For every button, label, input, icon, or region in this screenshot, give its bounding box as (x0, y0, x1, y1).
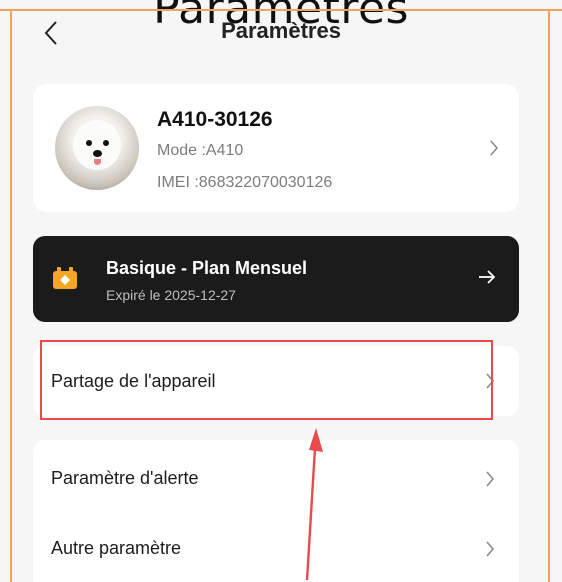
other-settings-row[interactable]: Autre paramètre (33, 514, 519, 582)
other-settings-label: Autre paramètre (51, 538, 182, 558)
guide-line-right (548, 9, 550, 582)
alert-settings-row[interactable]: Paramètre d'alerte (33, 444, 519, 514)
chevron-right-icon (486, 471, 495, 487)
highlight-box (40, 340, 493, 420)
dog-tongue (94, 159, 101, 165)
dog-eye-right (103, 140, 109, 146)
device-imei: IMEI :868322070030126 (157, 174, 333, 191)
dog-nose (93, 150, 102, 157)
camera-badge-icon (53, 267, 77, 289)
annotation-arrow-icon (305, 428, 323, 581)
plan-banner[interactable]: Basique - Plan Mensuel Expiré le 2025-12… (33, 236, 519, 322)
device-mode: Mode :A410 (157, 142, 244, 159)
plan-title: Basique - Plan Mensuel (106, 258, 308, 278)
arrow-right-icon (479, 270, 496, 284)
avatar (55, 106, 139, 190)
page-title: Paramètres (221, 18, 341, 43)
back-button[interactable] (36, 18, 66, 48)
guide-line-top (0, 9, 562, 11)
device-card[interactable]: A410-30126 Mode :A410 IMEI :868322070030… (33, 84, 519, 212)
plan-expiry: Expiré le 2025-12-27 (106, 287, 236, 303)
chevron-right-icon (486, 541, 495, 557)
dog-eye-left (86, 140, 92, 146)
chevron-left-icon (44, 21, 57, 45)
chevron-right-icon (490, 140, 499, 156)
alert-settings-label: Paramètre d'alerte (51, 468, 199, 488)
settings-screen: Paramètres Paramètres A410-30126 Mode :A… (0, 0, 562, 582)
settings-card: Paramètre d'alerte Autre paramètre (33, 440, 519, 582)
guide-line-left (10, 9, 12, 582)
device-name: A410-30126 (157, 108, 273, 131)
